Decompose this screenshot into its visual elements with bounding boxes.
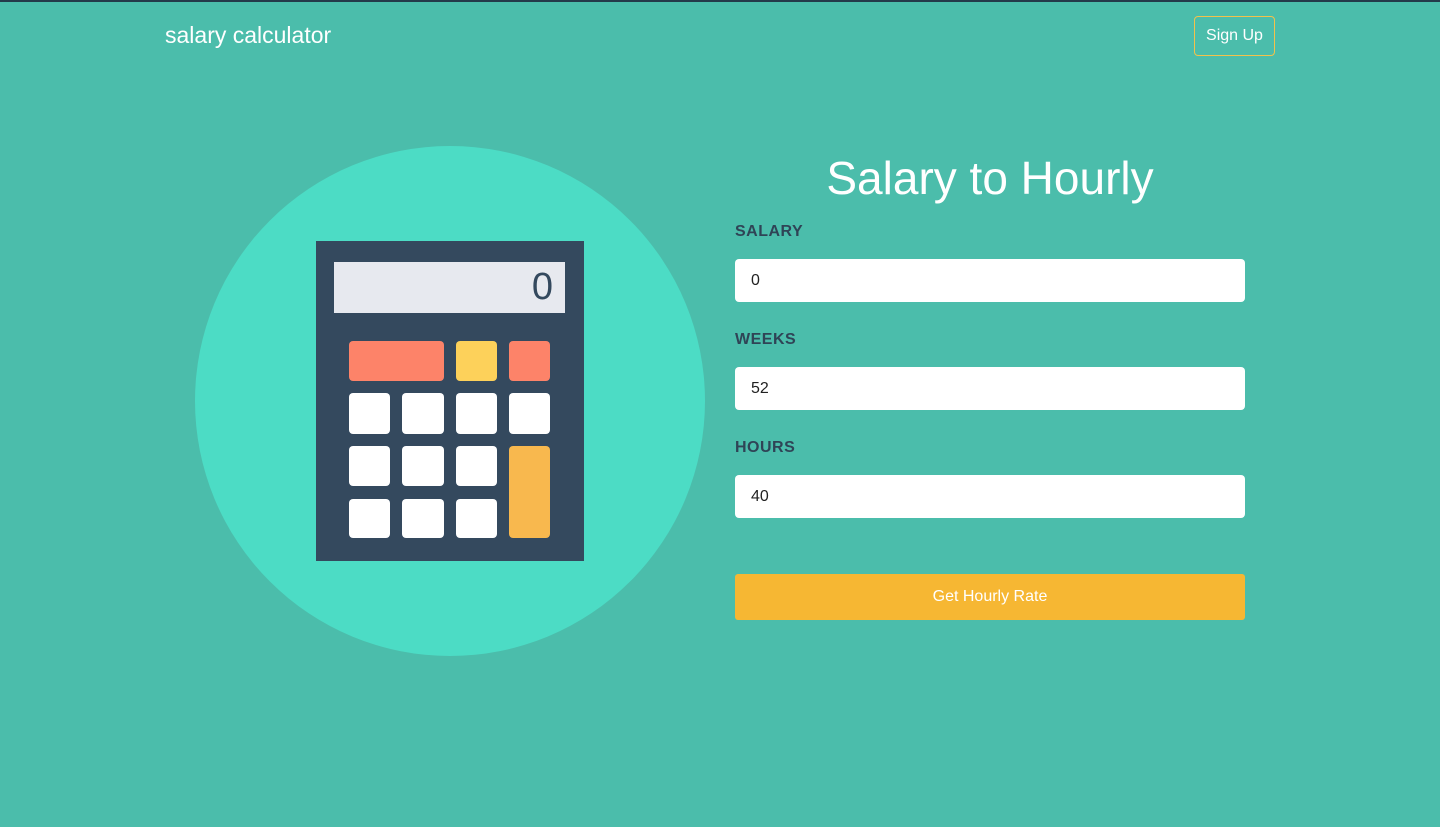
calculator-icon: 0 [316, 241, 584, 561]
weeks-input[interactable] [735, 367, 1245, 410]
calculator-key [509, 393, 550, 434]
calculator-key [349, 393, 390, 434]
calculator-display: 0 [334, 262, 565, 313]
page-title: Salary to Hourly [826, 152, 1154, 204]
calculator-key [456, 341, 497, 381]
weeks-label: WEEKS [735, 331, 797, 348]
get-hourly-rate-button[interactable]: Get Hourly Rate [735, 574, 1245, 620]
salary-input[interactable] [735, 259, 1245, 302]
brand-logo[interactable]: salary calculator [165, 20, 331, 50]
calculator-key [402, 393, 444, 434]
hours-input[interactable] [735, 475, 1245, 518]
calculator-key [456, 499, 497, 538]
sign-up-button[interactable]: Sign Up [1194, 16, 1275, 56]
hours-label: HOURS [735, 439, 796, 456]
calculator-key [402, 446, 444, 486]
calculator-key [349, 446, 390, 486]
salary-label: SALARY [735, 223, 804, 240]
calculator-key-wide [349, 341, 444, 381]
calculator-key [349, 499, 390, 538]
calculator-key [456, 446, 497, 486]
calculator-key [509, 341, 550, 381]
calculator-key [456, 393, 497, 434]
calculator-key [402, 499, 444, 538]
navbar: salary calculator Sign Up [0, 0, 1440, 72]
calculator-key-tall [509, 446, 550, 538]
